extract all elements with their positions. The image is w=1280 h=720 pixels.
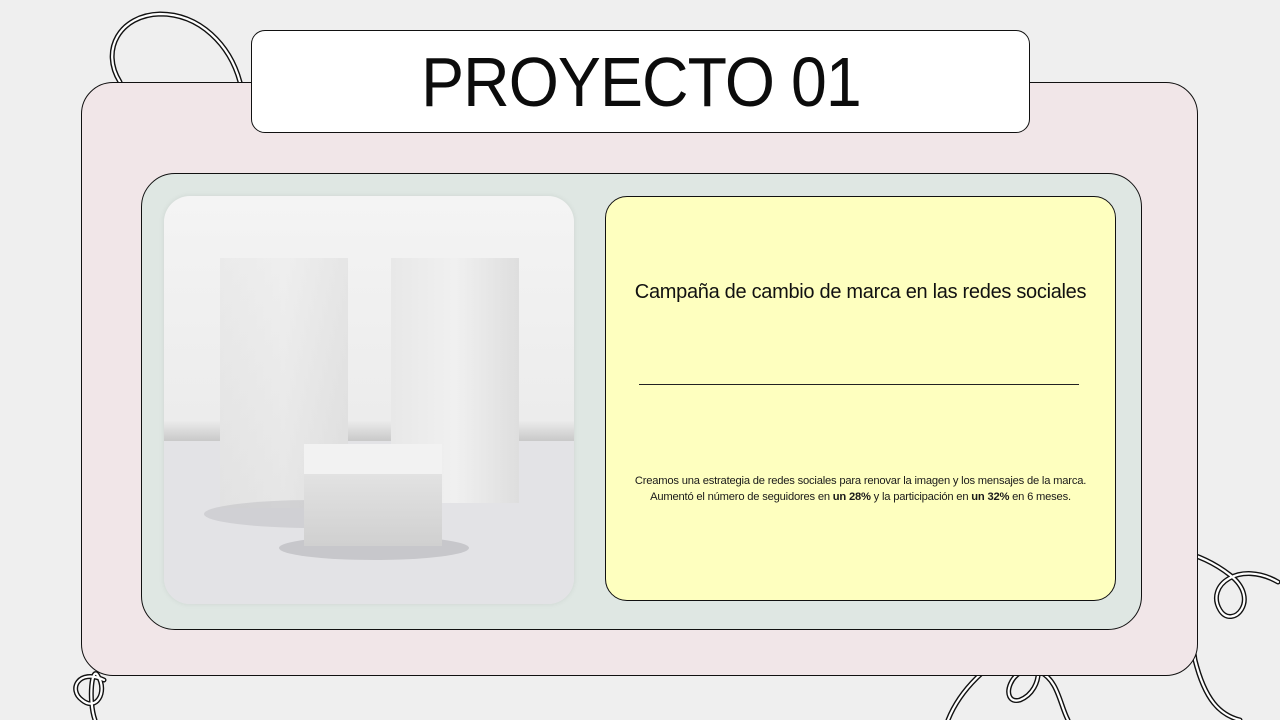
description-text: Aumentó el número de seguidores en bbox=[650, 491, 833, 503]
project-card: Campaña de cambio de marca en las redes … bbox=[605, 196, 1116, 601]
title-bar: PROYECTO 01 bbox=[251, 30, 1030, 133]
card-description: Creamos una estrategia de redes sociales… bbox=[616, 473, 1105, 505]
page-title: PROYECTO 01 bbox=[420, 42, 862, 121]
divider-line bbox=[639, 384, 1079, 385]
product-photo bbox=[164, 196, 574, 604]
description-text: en 6 meses. bbox=[1009, 491, 1071, 503]
card-heading: Campaña de cambio de marca en las redes … bbox=[634, 281, 1087, 303]
followers-stat: un 28% bbox=[832, 491, 871, 503]
description-text: y la participación en bbox=[870, 491, 972, 503]
description-line-1: Creamos una estrategia de redes sociales… bbox=[634, 475, 1087, 487]
engagement-stat: un 32% bbox=[971, 491, 1010, 503]
